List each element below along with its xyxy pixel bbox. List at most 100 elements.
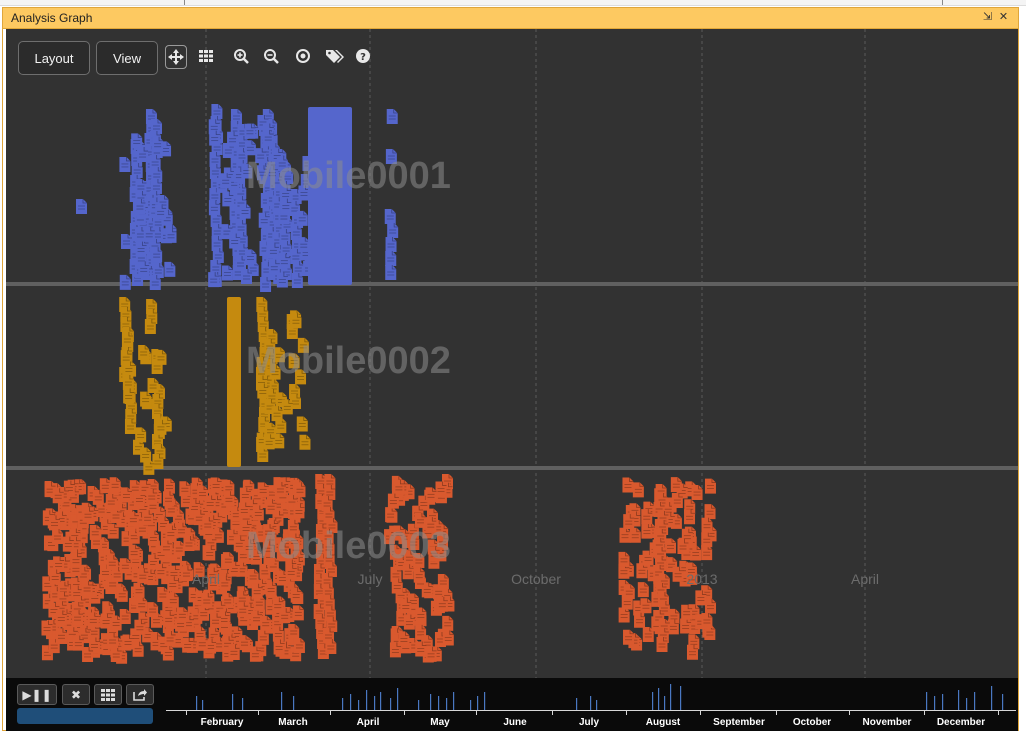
timeline-activity-bar xyxy=(680,686,682,710)
file-event-icon xyxy=(701,545,713,561)
file-event-icon xyxy=(299,434,311,450)
file-event-icon xyxy=(52,529,64,545)
timeline-activity-bar xyxy=(366,690,368,710)
file-event-icon xyxy=(384,209,396,224)
file-event-icon xyxy=(622,477,634,493)
timeline-activity-bar xyxy=(438,696,440,710)
timeline-activity-bar xyxy=(196,696,198,710)
timeline-activity-bar xyxy=(380,692,382,710)
file-event-icon xyxy=(135,427,147,443)
analysis-graph-canvas[interactable]: Mobile0001 Mobile0002 Mobile0003 April J… xyxy=(6,29,1018,678)
file-event-icon xyxy=(167,592,179,608)
axis-label-2013: 2013 xyxy=(686,571,718,587)
timeline-activity-bar xyxy=(350,694,352,710)
file-event-icon xyxy=(155,349,167,365)
timeline-activity-bar xyxy=(477,696,479,710)
timeline-panel[interactable]: ▶❚❚ ✖ February March April May June July… xyxy=(6,678,1018,731)
file-event-icon xyxy=(619,527,631,543)
timeline-axis xyxy=(166,710,1016,711)
timeline-month-august: August xyxy=(645,717,681,728)
file-event-icon xyxy=(140,447,152,463)
file-event-icon xyxy=(704,478,716,494)
file-event-icon xyxy=(133,582,145,598)
file-event-icon xyxy=(637,582,649,598)
file-event-icon xyxy=(437,574,449,590)
file-event-icon xyxy=(623,584,635,600)
file-event-icon xyxy=(239,203,251,219)
file-event-icon xyxy=(665,538,677,554)
timeline-month-may: May xyxy=(430,717,450,728)
file-event-icon xyxy=(119,558,131,574)
file-event-icon xyxy=(273,433,285,449)
timeline-tick xyxy=(849,710,850,715)
timeline-month-february: February xyxy=(200,717,244,728)
file-event-icon xyxy=(140,391,152,407)
window-titlebar[interactable]: Analysis Graph ⇲ ✕ xyxy=(3,8,1018,29)
file-event-icon xyxy=(387,223,399,238)
file-event-icon xyxy=(247,568,259,584)
axis-label-april: April xyxy=(191,571,221,587)
grid-icon[interactable] xyxy=(196,45,218,69)
file-event-icon xyxy=(147,378,159,394)
layout-button[interactable]: Layout xyxy=(18,41,90,75)
file-event-icon xyxy=(175,522,187,538)
file-event-icon xyxy=(701,613,713,629)
file-event-icon xyxy=(425,487,437,503)
timeline-month-december: December xyxy=(936,717,986,728)
timeline-tick xyxy=(552,710,553,715)
timeline-activity-bar xyxy=(576,698,578,710)
file-event-icon xyxy=(691,485,703,501)
timeline-tick xyxy=(330,710,331,715)
file-event-icon xyxy=(157,587,169,603)
timeline-tick xyxy=(776,710,777,715)
file-event-icon xyxy=(151,247,163,263)
file-event-icon xyxy=(325,639,337,654)
axis-label-april-2: April xyxy=(850,571,880,587)
help-icon[interactable]: ? xyxy=(353,45,375,69)
timeline-activity-bar xyxy=(590,696,592,710)
timeline-tick xyxy=(404,710,405,715)
file-event-icon xyxy=(194,626,206,642)
timeline-activity-bar xyxy=(596,700,598,710)
svg-text:?: ? xyxy=(360,52,366,63)
view-button[interactable]: View xyxy=(96,41,158,75)
timeline-activity-bar xyxy=(374,696,376,710)
move-icon[interactable] xyxy=(165,45,187,69)
file-event-icon xyxy=(293,637,305,653)
timeline-activity-bar xyxy=(670,684,672,710)
file-event-icon xyxy=(257,482,269,498)
file-event-icon xyxy=(221,265,233,281)
zoom-in-icon[interactable] xyxy=(232,45,254,69)
timeline-activity-bar xyxy=(664,696,666,710)
timeline-activity-bar xyxy=(926,692,928,710)
zoom-out-icon[interactable] xyxy=(262,45,284,69)
tags-icon[interactable] xyxy=(324,45,346,69)
timeline-activity-bar xyxy=(397,688,399,710)
file-event-icon xyxy=(385,265,397,280)
file-event-icon xyxy=(705,598,717,614)
timeline-month-april: April xyxy=(356,717,380,728)
file-event-icon xyxy=(704,504,716,520)
target-icon[interactable] xyxy=(293,45,315,69)
timeline-activity-bar xyxy=(453,692,455,710)
file-event-icon xyxy=(623,629,635,645)
timeline-month-june: June xyxy=(503,717,527,728)
file-event-icon xyxy=(618,551,630,567)
file-event-icon xyxy=(288,623,300,639)
popout-icon[interactable]: ⇲ xyxy=(981,11,994,24)
top-strip-tick xyxy=(942,0,943,5)
timeline-activity-bar xyxy=(281,692,283,710)
file-event-icon xyxy=(385,251,397,266)
close-icon[interactable]: ✕ xyxy=(997,11,1010,24)
timeline-activity-bar xyxy=(232,694,234,710)
axis-label-july: July xyxy=(357,571,383,587)
file-event-icon xyxy=(413,567,425,583)
timeline-activity-bar xyxy=(242,698,244,710)
file-event-icon xyxy=(296,416,308,432)
file-event-icon xyxy=(173,541,185,557)
timeline-tick xyxy=(626,710,627,715)
timeline-activity-bar xyxy=(446,698,448,710)
file-event-icon xyxy=(271,406,283,422)
timeline-activity-bar xyxy=(934,696,936,710)
lane-label-mobile0001: Mobile0001 xyxy=(246,155,451,197)
